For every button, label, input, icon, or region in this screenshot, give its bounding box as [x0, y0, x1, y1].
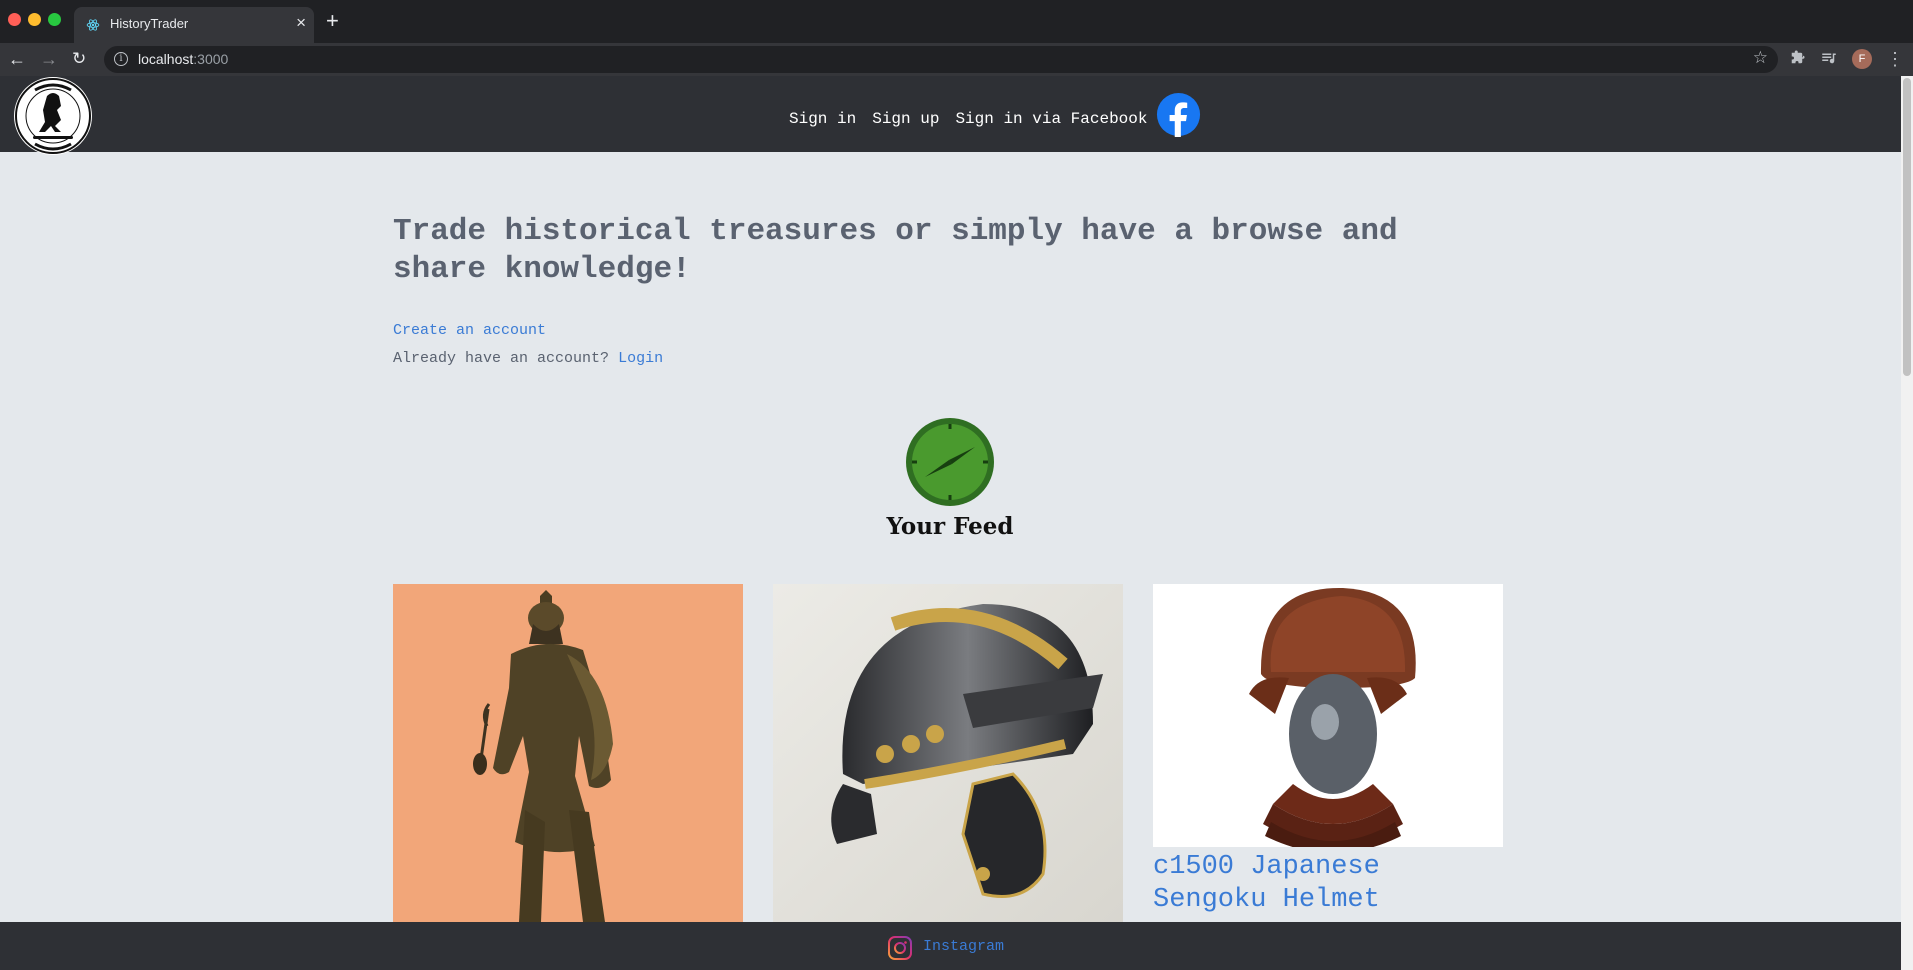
close-tab-icon[interactable]: ×: [296, 13, 306, 33]
address-bar[interactable]: i localhost:3000 ☆: [104, 46, 1778, 73]
page-viewport: Sign in Sign up Sign in via Facebook Tra…: [0, 76, 1913, 970]
browser-titlebar: HistoryTrader × +: [0, 0, 1913, 43]
feed-card[interactable]: [393, 584, 743, 922]
login-prompt-text: Already have an account?: [393, 350, 610, 367]
reload-icon[interactable]: ↻: [72, 47, 86, 71]
back-arrow-icon[interactable]: ←: [8, 47, 26, 71]
history-trader-logo[interactable]: [11, 76, 95, 156]
url-host: localhost: [138, 51, 194, 67]
instagram-link[interactable]: Instagram: [923, 938, 1004, 955]
url-text[interactable]: localhost:3000: [138, 51, 228, 67]
feed-title: Your Feed: [886, 513, 1014, 540]
site-navbar: Sign in Sign up Sign in via Facebook: [0, 76, 1901, 155]
scrollbar-thumb[interactable]: [1903, 78, 1911, 376]
facebook-sign-in-link[interactable]: Sign in via Facebook: [955, 110, 1147, 128]
profile-avatar[interactable]: F: [1852, 49, 1872, 69]
facebook-icon[interactable]: [1156, 92, 1201, 137]
browser-toolbar: ← → ↻ i localhost:3000 ☆ F ⋮: [0, 43, 1913, 76]
create-account-link[interactable]: Create an account: [393, 322, 546, 339]
page-scrollbar[interactable]: [1901, 76, 1913, 970]
tab-title: HistoryTrader: [110, 16, 189, 31]
forward-arrow-icon[interactable]: →: [40, 47, 58, 71]
auth-links: Sign in Sign up Sign in via Facebook: [789, 110, 1147, 128]
url-port: :3000: [193, 51, 229, 67]
site-info-icon[interactable]: i: [114, 52, 128, 66]
site-footer: Instagram: [0, 922, 1901, 970]
media-control-icon[interactable]: [1820, 49, 1838, 67]
login-link[interactable]: Login: [618, 350, 663, 367]
minimize-window-button[interactable]: [28, 13, 41, 26]
bronze-warrior-statue-image[interactable]: [393, 584, 743, 922]
sign-up-link[interactable]: Sign up: [872, 110, 939, 128]
compass-icon: [906, 418, 994, 506]
japanese-helmet-image[interactable]: [1153, 584, 1503, 847]
sign-in-link[interactable]: Sign in: [789, 110, 856, 128]
new-tab-button[interactable]: +: [326, 9, 339, 33]
extensions-puzzle-icon[interactable]: [1788, 49, 1806, 67]
browser-tab[interactable]: HistoryTrader ×: [74, 7, 314, 43]
feed-card[interactable]: c1500 Japanese Sengoku Helmet: [1153, 584, 1503, 917]
roman-helmet-image[interactable]: [773, 584, 1123, 922]
feed-card[interactable]: [773, 584, 1123, 922]
maximize-window-button[interactable]: [48, 13, 61, 26]
login-prompt: Already have an account? Login: [393, 350, 663, 367]
browser-menu-icon[interactable]: ⋮: [1886, 49, 1904, 69]
hero-headline: Trade historical treasures or simply hav…: [393, 214, 1398, 287]
close-window-button[interactable]: [8, 13, 21, 26]
card-title[interactable]: c1500 Japanese Sengoku Helmet: [1153, 851, 1503, 917]
instagram-icon[interactable]: [888, 936, 912, 960]
bookmark-star-icon[interactable]: ☆: [1753, 48, 1768, 68]
react-favicon-icon: [86, 19, 100, 31]
